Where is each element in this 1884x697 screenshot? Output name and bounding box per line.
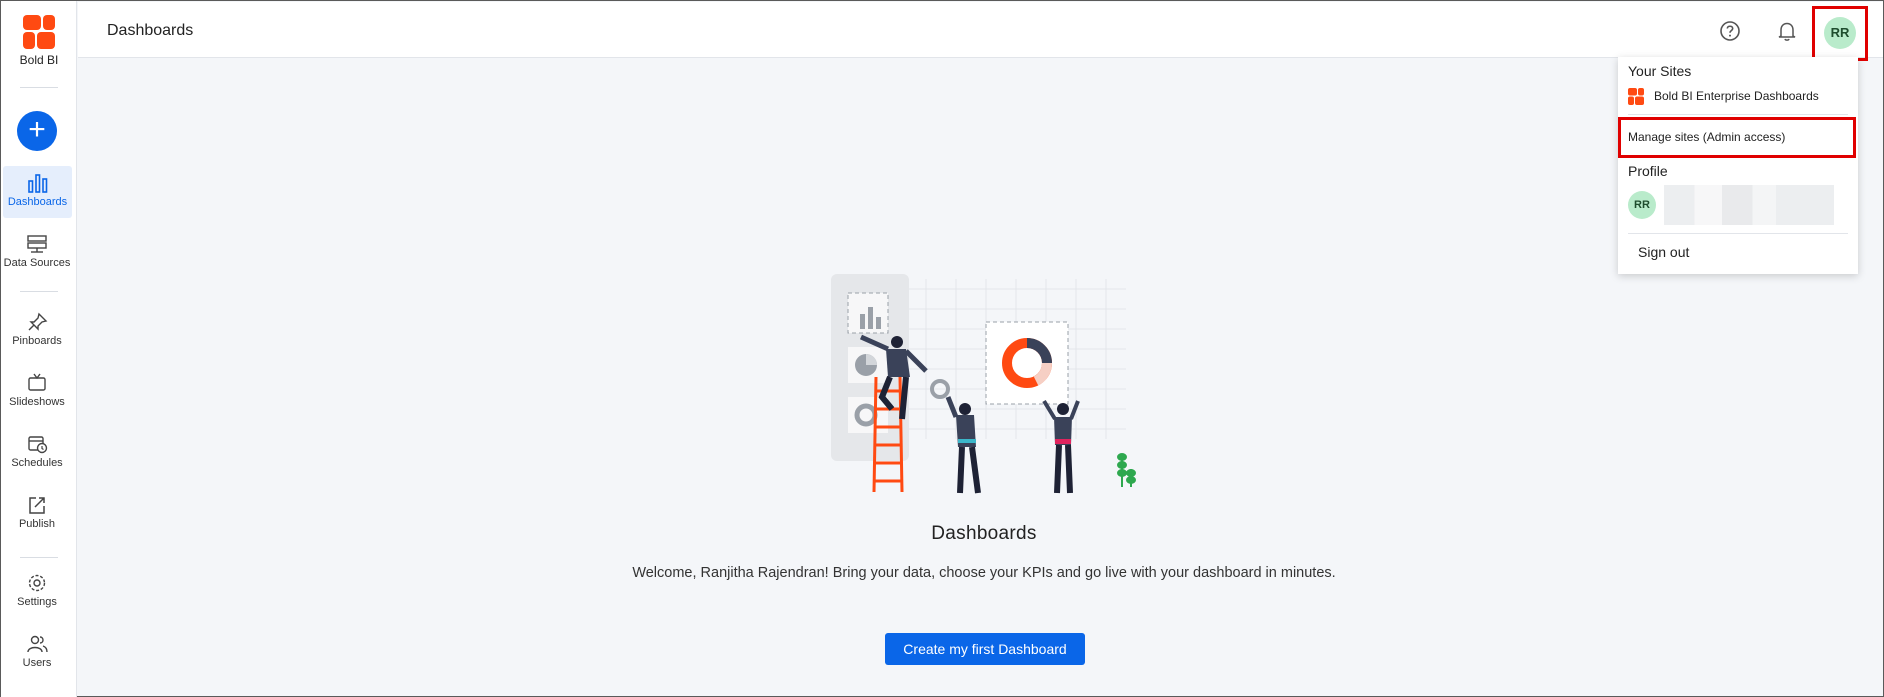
- create-first-dashboard-button[interactable]: Create my first Dashboard: [885, 633, 1085, 665]
- calendar-clock-icon: [28, 436, 48, 454]
- blurred-profile-details: [1664, 185, 1834, 225]
- sidebar-item-label: Slideshows: [9, 396, 65, 408]
- publish-icon: [29, 497, 45, 514]
- highlight-box-manage-sites: [1618, 117, 1856, 158]
- sidebar-item-dashboards[interactable]: Dashboards: [3, 166, 72, 218]
- profile-heading: Profile: [1628, 163, 1668, 179]
- sidebar-item-label: Settings: [17, 596, 57, 608]
- site-name: Bold BI Enterprise Dashboards: [1654, 89, 1819, 103]
- sidebar-item-label: Data Sources: [3, 257, 71, 269]
- bar-chart-icon: [27, 174, 47, 193]
- sidebar-item-slideshows[interactable]: Slideshows: [1, 366, 73, 418]
- sidebar-divider: [20, 291, 58, 292]
- sidebar-divider: [20, 87, 58, 88]
- create-new-button[interactable]: +: [17, 111, 57, 151]
- sidebar-item-label: Users: [22, 657, 52, 669]
- sidebar: Bold BI + Dashboards Data Sources Pinboa…: [1, 1, 77, 697]
- pin-icon: [28, 312, 48, 331]
- empty-state-title: Dashboards: [931, 523, 1037, 544]
- bell-icon[interactable]: [1776, 20, 1798, 42]
- account-dropdown: Your Sites Bold BI Enterprise Dashboards…: [1618, 57, 1858, 274]
- empty-state-description: Welcome, Ranjitha Rajendran! Bring your …: [632, 565, 1336, 581]
- profile-avatar: RR: [1628, 191, 1656, 219]
- sign-out-link[interactable]: Sign out: [1638, 244, 1689, 260]
- logo-text: Bold BI: [19, 53, 59, 67]
- empty-dashboard-illustration: [831, 274, 1136, 494]
- highlight-box-avatar: [1812, 6, 1868, 61]
- your-sites-heading: Your Sites: [1628, 63, 1692, 79]
- tv-icon: [28, 373, 46, 391]
- users-icon: [27, 635, 48, 653]
- sidebar-item-pinboards[interactable]: Pinboards: [1, 305, 73, 357]
- bold-bi-site-icon: [1628, 87, 1644, 105]
- database-icon: [27, 235, 47, 253]
- bold-bi-logo[interactable]: Bold BI: [1, 15, 77, 67]
- sidebar-item-label: Dashboards: [7, 196, 68, 208]
- sidebar-item-data-sources[interactable]: Data Sources: [1, 227, 73, 279]
- page-title: Dashboards: [107, 22, 194, 39]
- sidebar-item-schedules[interactable]: Schedules: [1, 427, 73, 479]
- bold-bi-logo-icon: [23, 15, 55, 49]
- profile-row[interactable]: RR: [1628, 185, 1834, 225]
- sidebar-divider: [20, 557, 58, 558]
- dropdown-divider: [1628, 233, 1848, 234]
- top-header: Dashboards: [78, 2, 1883, 58]
- dropdown-divider: [1628, 114, 1848, 115]
- site-item[interactable]: Bold BI Enterprise Dashboards: [1628, 87, 1819, 105]
- sidebar-item-label: Pinboards: [12, 335, 62, 347]
- sidebar-item-label: Schedules: [11, 457, 63, 469]
- sidebar-item-users[interactable]: Users: [1, 627, 73, 679]
- help-circle-icon[interactable]: [1719, 20, 1741, 42]
